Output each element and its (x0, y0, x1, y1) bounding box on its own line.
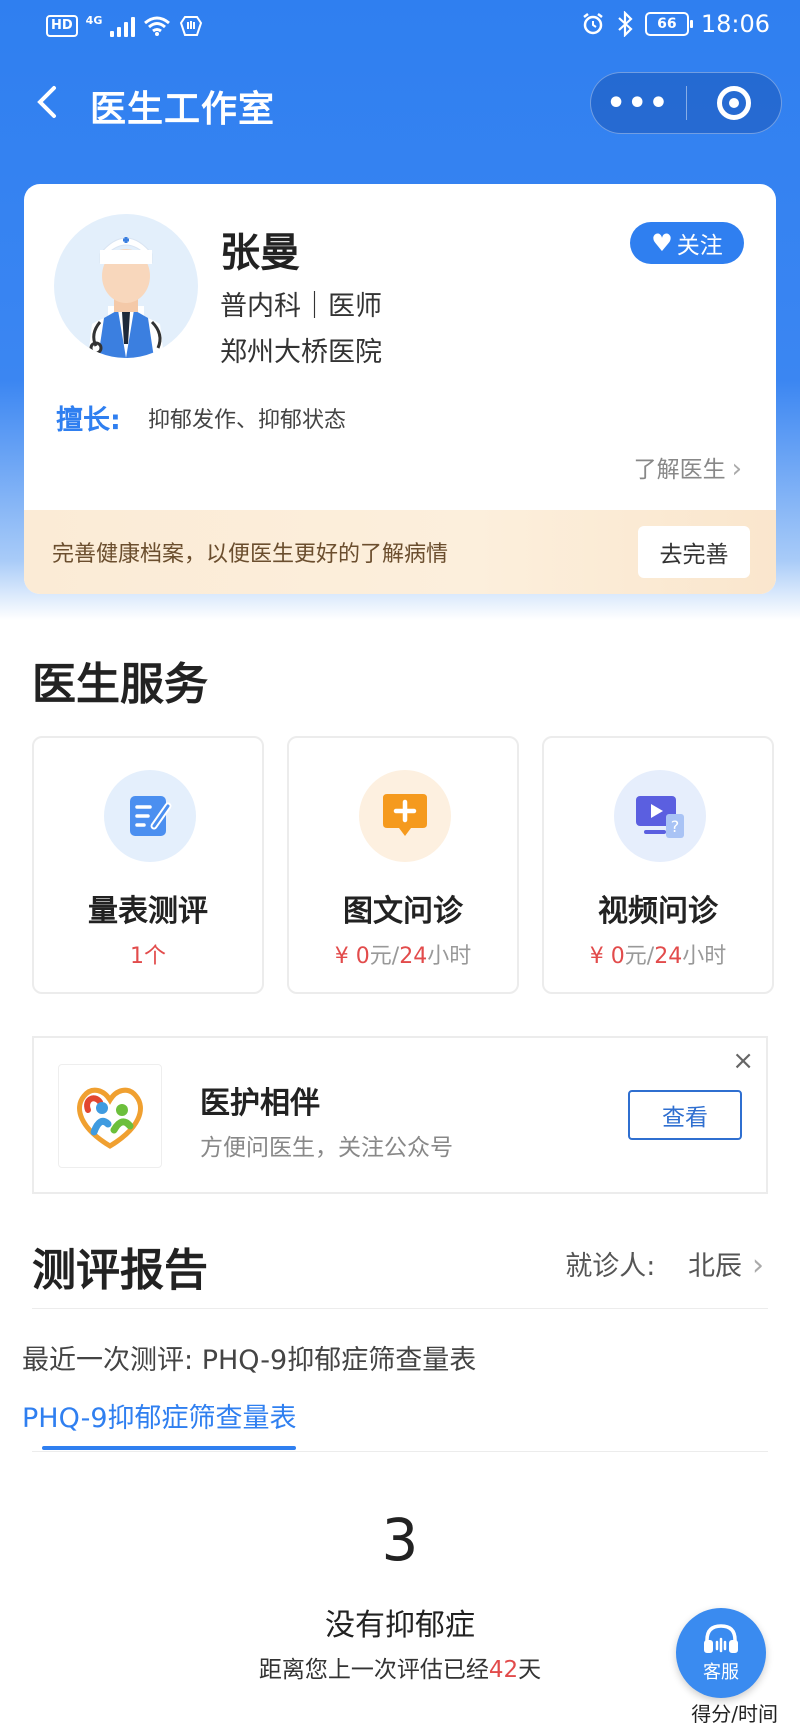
battery-icon: 66 (644, 12, 693, 36)
follow-label: 关注 (676, 233, 723, 259)
service-name: 图文问诊 (343, 894, 463, 929)
svg-text:?: ? (671, 817, 680, 836)
alarm-icon (583, 13, 603, 35)
wifi-icon (144, 16, 171, 36)
learn-doctor-link[interactable]: 了解医生 › (634, 450, 742, 484)
last-evaluation: 最近一次测评: PHQ-9抑郁症筛查量表 (22, 1345, 477, 1376)
service-name: 量表测评 (88, 894, 208, 929)
hd-indicator: HD (46, 15, 78, 37)
service-price: ¥ 0元/24小时 (334, 944, 472, 969)
health-profile-text: 完善健康档案，以便医生更好的了解病情 (52, 542, 449, 567)
tab-indicator (42, 1446, 296, 1450)
official-account-logo (58, 1064, 162, 1168)
official-account-name: 医护相伴 (200, 1086, 320, 1121)
doctor-department: 普内科｜医师 (220, 291, 382, 322)
service-scale-assessment[interactable]: 量表测评 1个 (32, 736, 264, 994)
doctor-hospital: 郑州大桥医院 (220, 337, 382, 368)
miniprogram-capsule: ••• (590, 72, 782, 134)
patient-label: 就诊人: (565, 1251, 656, 1282)
service-name: 视频问诊 (598, 894, 718, 929)
scale-edit-icon (104, 770, 196, 862)
complete-profile-button[interactable]: 去完善 (638, 526, 750, 578)
page-title: 医生工作室 (90, 89, 276, 130)
nav-bar: 医生工作室 ••• (0, 60, 800, 150)
divider (32, 1308, 768, 1309)
patient-selector[interactable]: 就诊人: 北辰 › (565, 1244, 764, 1283)
view-account-button[interactable]: 查看 (628, 1090, 742, 1140)
customer-service-label: 客服 (703, 1662, 739, 1683)
chevron-right-icon: › (731, 454, 742, 484)
service-count: 1个 (130, 944, 166, 969)
official-account-card: 医护相伴 方便问医生，关注公众号 查看 × (32, 1036, 768, 1194)
follow-button[interactable]: ♥ 关注 (630, 222, 744, 264)
clock: 18:06 (700, 10, 770, 38)
divider (32, 1451, 768, 1452)
official-account-desc: 方便问医生，关注公众号 (200, 1135, 453, 1161)
service-video-consult[interactable]: ? 视频问诊 ¥ 0元/24小时 (542, 736, 774, 994)
heart-plus-icon: ♥ (651, 229, 673, 257)
service-price: ¥ 0元/24小时 (589, 944, 727, 969)
chevron-right-icon: › (752, 1248, 764, 1283)
target-icon (716, 86, 751, 120)
close-icon[interactable]: × (732, 1046, 754, 1076)
specialty-text: 抑郁发作、抑郁状态 (148, 408, 347, 433)
back-arrow-icon[interactable] (28, 82, 68, 122)
chat-plus-icon (359, 770, 451, 862)
headset-icon (704, 1624, 738, 1653)
doctor-avatar (54, 214, 198, 358)
patient-name: 北辰 (688, 1251, 742, 1282)
health-profile-banner: 完善健康档案，以便医生更好的了解病情 去完善 (24, 510, 776, 594)
network-type: 4G (85, 14, 103, 27)
status-bar: HD 4G 66 18:06 (0, 0, 800, 56)
doctor-card: 张曼 普内科｜医师 郑州大桥医院 ♥ 关注 擅长: 抑郁发作、抑郁状态 了解医生… (24, 184, 776, 594)
signal-icon (110, 15, 136, 37)
customer-service-button[interactable]: 客服 (676, 1608, 766, 1698)
more-button[interactable]: ••• (591, 86, 686, 121)
specialty-label: 擅长: (56, 405, 121, 436)
score-time-label: 得分/时间 (691, 1702, 778, 1726)
doctor-avatar-illustration (88, 237, 164, 358)
tab-phq9[interactable]: PHQ-9抑郁症筛查量表 (22, 1396, 297, 1435)
learn-doctor-label: 了解医生 (633, 457, 726, 483)
bluetooth-icon (618, 11, 633, 37)
service-text-consult[interactable]: 图文问诊 ¥ 0元/24小时 (287, 736, 519, 994)
doctor-name: 张曼 (220, 230, 300, 276)
report-title: 测评报告 (32, 1245, 208, 1296)
close-miniprogram-button[interactable] (687, 86, 782, 120)
score-value: 3 (381, 1506, 419, 1574)
services-title: 医生服务 (32, 659, 208, 710)
hand-icon (180, 16, 203, 36)
video-question-icon: ? (614, 770, 706, 862)
